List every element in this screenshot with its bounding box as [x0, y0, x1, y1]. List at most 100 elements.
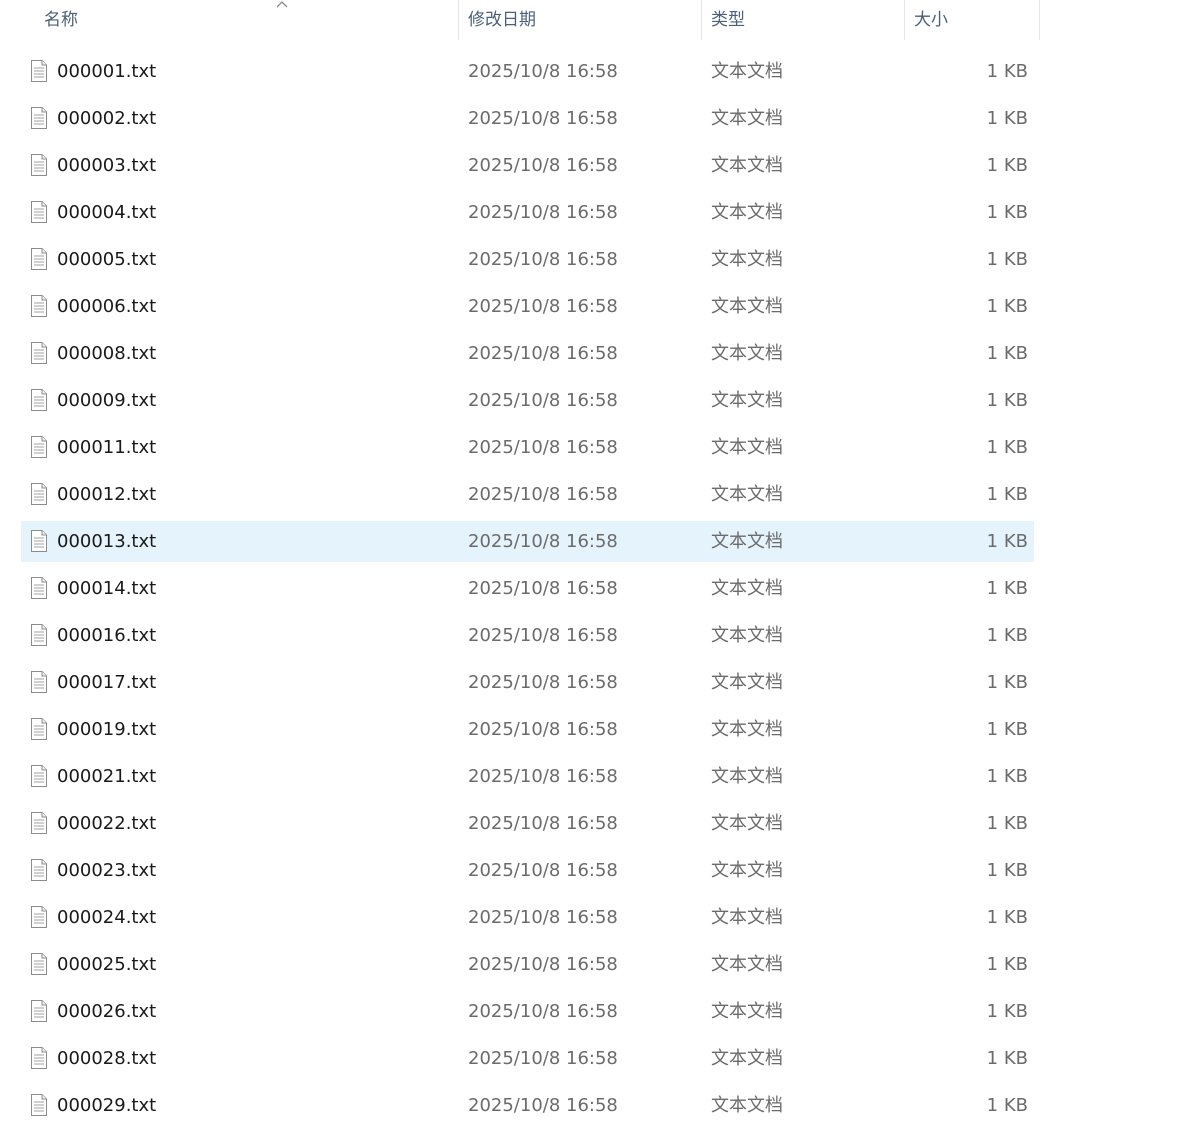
- file-type: 文本文档: [711, 1001, 783, 1022]
- file-name: 000023.txt: [57, 860, 157, 881]
- file-name: 000006.txt: [57, 296, 157, 317]
- text-file-icon: [31, 1000, 47, 1022]
- file-type: 文本文档: [711, 61, 783, 82]
- file-name: 000002.txt: [57, 108, 157, 129]
- file-type: 文本文档: [711, 625, 783, 646]
- file-row[interactable]: 000008.txt 2025/10/8 16:58 文本文档 1 KB: [21, 330, 1034, 377]
- file-row[interactable]: 000028.txt 2025/10/8 16:58 文本文档 1 KB: [21, 1035, 1034, 1082]
- file-modified-date: 2025/10/8 16:58: [468, 390, 618, 411]
- text-file-icon: [31, 295, 47, 317]
- file-row[interactable]: 000023.txt 2025/10/8 16:58 文本文档 1 KB: [21, 847, 1034, 894]
- column-header-bar: 名称 修改日期 类型 大小: [0, 0, 1040, 40]
- file-size: 1 KB: [986, 954, 1028, 975]
- text-file-icon: [31, 248, 47, 270]
- file-row[interactable]: 000029.txt 2025/10/8 16:58 文本文档 1 KB: [21, 1082, 1034, 1129]
- column-header-date-label: 修改日期: [468, 10, 536, 30]
- file-type: 文本文档: [711, 766, 783, 787]
- file-modified-date: 2025/10/8 16:58: [468, 813, 618, 834]
- file-size: 1 KB: [986, 907, 1028, 928]
- file-modified-date: 2025/10/8 16:58: [468, 719, 618, 740]
- file-type: 文本文档: [711, 1048, 783, 1069]
- file-modified-date: 2025/10/8 16:58: [468, 954, 618, 975]
- text-file-icon: [31, 60, 47, 82]
- file-name: 000004.txt: [57, 202, 157, 223]
- file-type: 文本文档: [711, 155, 783, 176]
- text-file-icon: [31, 107, 47, 129]
- file-modified-date: 2025/10/8 16:58: [468, 672, 618, 693]
- file-size: 1 KB: [986, 484, 1028, 505]
- text-file-icon: [31, 1047, 47, 1069]
- file-name: 000024.txt: [57, 907, 157, 928]
- file-size: 1 KB: [986, 578, 1028, 599]
- file-modified-date: 2025/10/8 16:58: [468, 625, 618, 646]
- column-header-size[interactable]: 大小: [904, 0, 1040, 40]
- file-name: 000022.txt: [57, 813, 157, 834]
- file-list: 000001.txt 2025/10/8 16:58 文本文档 1 KB 000002.…: [21, 48, 1034, 1129]
- file-modified-date: 2025/10/8 16:58: [468, 155, 618, 176]
- file-row[interactable]: 000016.txt 2025/10/8 16:58 文本文档 1 KB: [21, 612, 1034, 659]
- file-name: 000009.txt: [57, 390, 157, 411]
- file-row[interactable]: 000005.txt 2025/10/8 16:58 文本文档 1 KB: [21, 236, 1034, 283]
- file-name: 000017.txt: [57, 672, 157, 693]
- file-size: 1 KB: [986, 531, 1028, 552]
- text-file-icon: [31, 530, 47, 552]
- file-modified-date: 2025/10/8 16:58: [468, 202, 618, 223]
- text-file-icon: [31, 953, 47, 975]
- file-row[interactable]: 000019.txt 2025/10/8 16:58 文本文档 1 KB: [21, 706, 1034, 753]
- file-size: 1 KB: [986, 625, 1028, 646]
- text-file-icon: [31, 624, 47, 646]
- file-size: 1 KB: [986, 1001, 1028, 1022]
- file-row[interactable]: 000024.txt 2025/10/8 16:58 文本文档 1 KB: [21, 894, 1034, 941]
- file-modified-date: 2025/10/8 16:58: [468, 343, 618, 364]
- file-size: 1 KB: [986, 155, 1028, 176]
- file-row[interactable]: 000014.txt 2025/10/8 16:58 文本文档 1 KB: [21, 565, 1034, 612]
- file-modified-date: 2025/10/8 16:58: [468, 766, 618, 787]
- file-row[interactable]: 000002.txt 2025/10/8 16:58 文本文档 1 KB: [21, 95, 1034, 142]
- file-name: 000021.txt: [57, 766, 157, 787]
- file-row[interactable]: 000013.txt 2025/10/8 16:58 文本文档 1 KB: [21, 518, 1034, 565]
- file-row[interactable]: 000017.txt 2025/10/8 16:58 文本文档 1 KB: [21, 659, 1034, 706]
- file-row[interactable]: 000022.txt 2025/10/8 16:58 文本文档 1 KB: [21, 800, 1034, 847]
- file-row[interactable]: 000012.txt 2025/10/8 16:58 文本文档 1 KB: [21, 471, 1034, 518]
- column-header-date[interactable]: 修改日期: [458, 0, 701, 40]
- file-size: 1 KB: [986, 343, 1028, 364]
- file-name: 000025.txt: [57, 954, 157, 975]
- file-row[interactable]: 000006.txt 2025/10/8 16:58 文本文档 1 KB: [21, 283, 1034, 330]
- file-row[interactable]: 000001.txt 2025/10/8 16:58 文本文档 1 KB: [21, 48, 1034, 95]
- file-row[interactable]: 000004.txt 2025/10/8 16:58 文本文档 1 KB: [21, 189, 1034, 236]
- file-type: 文本文档: [711, 1095, 783, 1116]
- file-size: 1 KB: [986, 249, 1028, 270]
- file-name: 000005.txt: [57, 249, 157, 270]
- column-header-type[interactable]: 类型: [701, 0, 904, 40]
- file-type: 文本文档: [711, 954, 783, 975]
- file-row[interactable]: 000021.txt 2025/10/8 16:58 文本文档 1 KB: [21, 753, 1034, 800]
- file-size: 1 KB: [986, 61, 1028, 82]
- text-file-icon: [31, 342, 47, 364]
- file-type: 文本文档: [711, 108, 783, 129]
- file-type: 文本文档: [711, 343, 783, 364]
- file-type: 文本文档: [711, 860, 783, 881]
- file-size: 1 KB: [986, 202, 1028, 223]
- file-modified-date: 2025/10/8 16:58: [468, 61, 618, 82]
- text-file-icon: [31, 154, 47, 176]
- file-type: 文本文档: [711, 813, 783, 834]
- file-row[interactable]: 000003.txt 2025/10/8 16:58 文本文档 1 KB: [21, 142, 1034, 189]
- file-name: 000012.txt: [57, 484, 157, 505]
- file-type: 文本文档: [711, 249, 783, 270]
- file-name: 000011.txt: [57, 437, 157, 458]
- file-size: 1 KB: [986, 719, 1028, 740]
- file-row[interactable]: 000009.txt 2025/10/8 16:58 文本文档 1 KB: [21, 377, 1034, 424]
- file-type: 文本文档: [711, 578, 783, 599]
- file-name: 000029.txt: [57, 1095, 157, 1116]
- column-header-name[interactable]: 名称: [35, 0, 458, 40]
- file-type: 文本文档: [711, 390, 783, 411]
- file-type: 文本文档: [711, 484, 783, 505]
- file-row[interactable]: 000026.txt 2025/10/8 16:58 文本文档 1 KB: [21, 988, 1034, 1035]
- text-file-icon: [31, 201, 47, 223]
- file-size: 1 KB: [986, 860, 1028, 881]
- file-row[interactable]: 000011.txt 2025/10/8 16:58 文本文档 1 KB: [21, 424, 1034, 471]
- file-row[interactable]: 000025.txt 2025/10/8 16:58 文本文档 1 KB: [21, 941, 1034, 988]
- file-modified-date: 2025/10/8 16:58: [468, 484, 618, 505]
- file-size: 1 KB: [986, 766, 1028, 787]
- file-name: 000016.txt: [57, 625, 157, 646]
